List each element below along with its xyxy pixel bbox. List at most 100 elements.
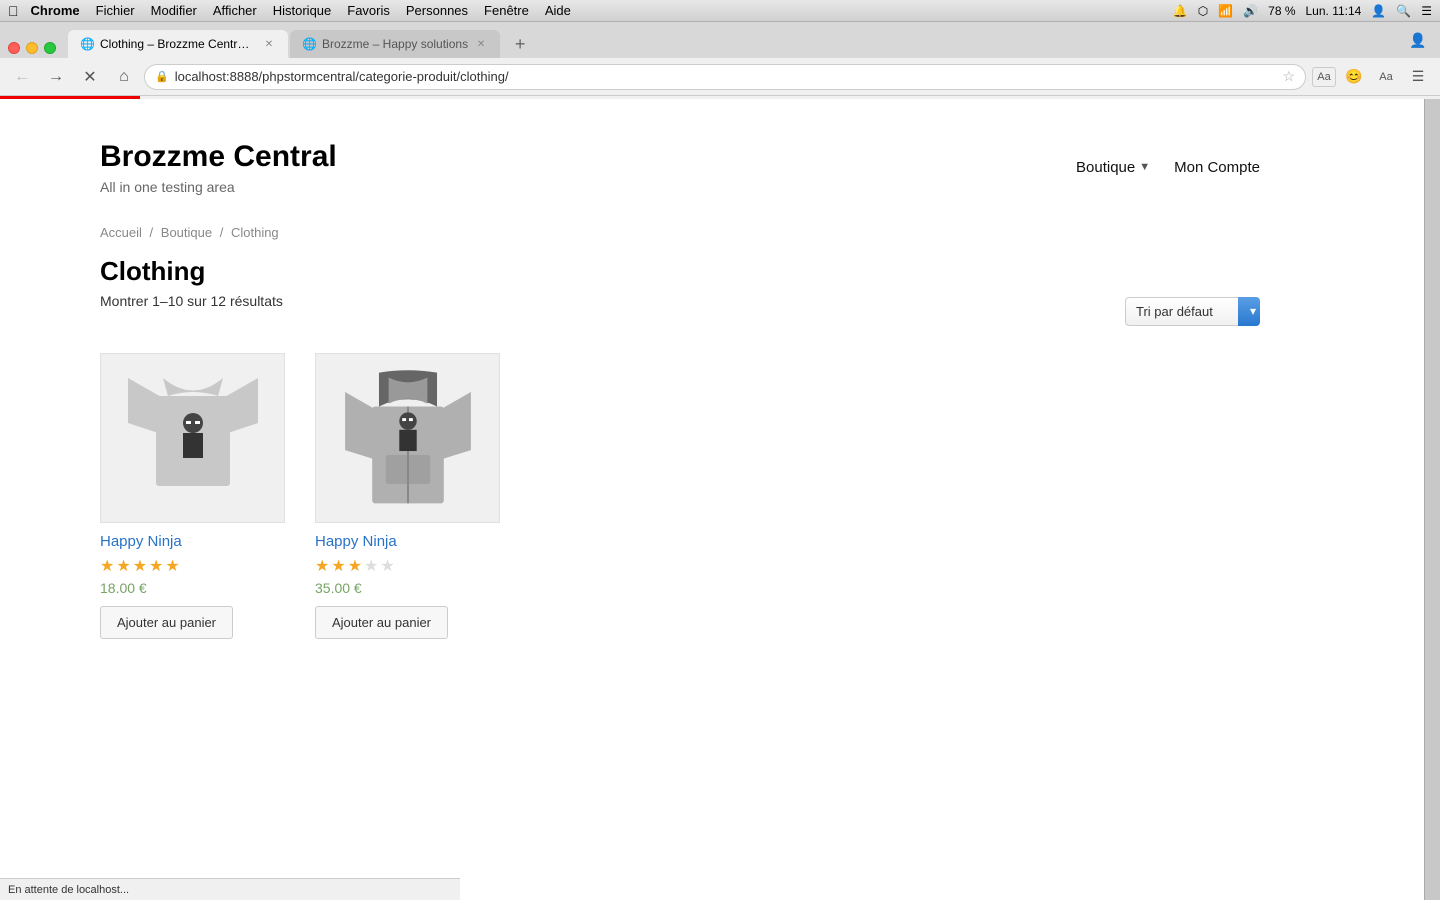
star-2-5: ★: [380, 556, 394, 576]
bookmark-star-icon[interactable]: ☆: [1282, 68, 1295, 85]
tab-close-1[interactable]: ✕: [262, 37, 276, 51]
maximize-button[interactable]: [44, 42, 56, 54]
menu-aide[interactable]: Aide: [545, 3, 571, 18]
close-button[interactable]: [8, 42, 20, 54]
emoji-icon[interactable]: 😊: [1340, 63, 1368, 91]
breadcrumb-boutique[interactable]: Boutique: [161, 225, 212, 240]
product-grid: Happy Ninja ★ ★ ★ ★ ★ 18.00 € Ajouter au…: [100, 353, 1260, 639]
add-to-cart-button-1[interactable]: Ajouter au panier: [100, 606, 233, 639]
menu-chrome[interactable]: Chrome: [31, 3, 80, 18]
chevron-down-icon: ▼: [1139, 161, 1150, 173]
tab-clothing[interactable]: 🌐 Clothing – Brozzme Centra… ✕: [68, 30, 288, 58]
right-panel: » 🔍: [1424, 22, 1440, 900]
menu-personnes[interactable]: Personnes: [406, 3, 468, 18]
nav-right-icons: Aa 😊 Aa ☰: [1312, 63, 1432, 91]
status-bar: En attente de localhost...: [0, 878, 460, 900]
menu-afficher[interactable]: Afficher: [213, 3, 257, 18]
breadcrumb-separator-1: /: [150, 225, 157, 240]
menu-items: Chrome Fichier Modifier Afficher Histori…: [31, 3, 571, 18]
star-1-3: ★: [133, 556, 147, 576]
breadcrumb-separator-2: /: [220, 225, 227, 240]
reader-icon[interactable]: Aa: [1312, 67, 1336, 87]
tab-favicon-1: 🌐: [80, 37, 94, 51]
results-info: Montrer 1–10 sur 12 résultats: [100, 293, 283, 309]
menu-modifier[interactable]: Modifier: [151, 3, 197, 18]
menu-favoris[interactable]: Favoris: [347, 3, 390, 18]
browser-chrome: 🌐 Clothing – Brozzme Centra… ✕ 🌐 Brozzme…: [0, 22, 1440, 99]
wifi-icon: 📶: [1218, 4, 1233, 18]
site-navigation: Boutique ▼ Mon Compte: [1076, 159, 1260, 176]
reload-button[interactable]: ✕: [76, 63, 104, 91]
star-2-2: ★: [331, 556, 345, 576]
home-button[interactable]: ⌂: [110, 63, 138, 91]
product-price-1: 18.00 €: [100, 580, 285, 596]
bluetooth-icon: ⬡: [1198, 4, 1208, 18]
breadcrumb-accueil[interactable]: Accueil: [100, 225, 142, 240]
hoodie-image: [343, 363, 473, 513]
tshirt-image: [128, 368, 258, 508]
star-1-4: ★: [149, 556, 163, 576]
tab-title-2: Brozzme – Happy solutions: [322, 37, 468, 51]
menu-fichier[interactable]: Fichier: [96, 3, 135, 18]
volume-icon: 🔊: [1243, 4, 1258, 18]
font-size-icon[interactable]: Aa: [1372, 63, 1400, 91]
loading-bar: [0, 96, 140, 99]
user-account-icon[interactable]: 👤: [1404, 26, 1432, 54]
star-1-5: ★: [165, 556, 179, 576]
site-subtitle: All in one testing area: [100, 179, 337, 195]
battery-indicator: 78 %: [1268, 4, 1295, 18]
address-bar[interactable]: 🔒 localhost:8888/phpstormcentral/categor…: [144, 64, 1306, 90]
tab-bar: 🌐 Clothing – Brozzme Centra… ✕ 🌐 Brozzme…: [0, 22, 1440, 58]
star-1-2: ★: [116, 556, 130, 576]
notification-icon: 🔔: [1173, 4, 1188, 18]
back-button[interactable]: ←: [8, 63, 36, 91]
category-title: Clothing: [100, 256, 1260, 287]
star-2-4: ★: [364, 556, 378, 576]
site-header: Brozzme Central All in one testing area …: [0, 99, 1360, 225]
product-image-1[interactable]: [100, 353, 285, 523]
product-price-2: 35.00 €: [315, 580, 500, 596]
search-icon[interactable]: 🔍: [1396, 4, 1411, 18]
tab-title-1: Clothing – Brozzme Centra…: [100, 37, 256, 51]
content-area: Accueil / Boutique / Clothing Clothing M…: [0, 225, 1360, 699]
page-wrapper: Brozzme Central All in one testing area …: [0, 99, 1360, 900]
macos-menubar:  Chrome Fichier Modifier Afficher Histo…: [0, 0, 1440, 22]
nav-mon-compte[interactable]: Mon Compte: [1174, 159, 1260, 176]
menubar-right: 🔔 ⬡ 📶 🔊 78 % Lun. 11:14 👤 🔍 ☰: [1173, 4, 1432, 18]
menu-fenetre[interactable]: Fenêtre: [484, 3, 529, 18]
url-text: localhost:8888/phpstormcentral/categorie…: [175, 69, 1277, 84]
tab-close-2[interactable]: ✕: [474, 37, 488, 51]
tab-favicon-2: 🌐: [302, 37, 316, 51]
product-name-1[interactable]: Happy Ninja: [100, 533, 285, 550]
nav-boutique[interactable]: Boutique ▼: [1076, 159, 1150, 176]
minimize-button[interactable]: [26, 42, 38, 54]
menu-icon[interactable]: ☰: [1404, 63, 1432, 91]
status-text: En attente de localhost...: [8, 884, 129, 896]
star-2-1: ★: [315, 556, 329, 576]
product-card-2: Happy Ninja ★ ★ ★ ★ ★ 35.00 € Ajouter au…: [315, 353, 500, 639]
star-1-1: ★: [100, 556, 114, 576]
sort-select-wrapper: Tri par défautPopularitéMeilleures notes…: [1125, 297, 1260, 326]
nav-bar: ← → ✕ ⌂ 🔒 localhost:8888/phpstormcentral…: [0, 58, 1440, 96]
list-icon[interactable]: ☰: [1421, 4, 1432, 18]
breadcrumb: Accueil / Boutique / Clothing: [100, 225, 1260, 240]
sort-select[interactable]: Tri par défautPopularitéMeilleures notes…: [1125, 297, 1260, 326]
user-icon: 👤: [1371, 4, 1386, 18]
lock-icon: 🔒: [155, 70, 169, 83]
add-to-cart-button-2[interactable]: Ajouter au panier: [315, 606, 448, 639]
site-branding: Brozzme Central All in one testing area: [100, 139, 337, 195]
product-image-2[interactable]: [315, 353, 500, 523]
star-rating-1: ★ ★ ★ ★ ★: [100, 556, 285, 576]
star-2-3: ★: [348, 556, 362, 576]
product-card-1: Happy Ninja ★ ★ ★ ★ ★ 18.00 € Ajouter au…: [100, 353, 285, 639]
menu-historique[interactable]: Historique: [273, 3, 332, 18]
breadcrumb-current: Clothing: [231, 225, 279, 240]
star-rating-2: ★ ★ ★ ★ ★: [315, 556, 500, 576]
tab-happy-solutions[interactable]: 🌐 Brozzme – Happy solutions ✕: [290, 30, 500, 58]
product-name-2[interactable]: Happy Ninja: [315, 533, 500, 550]
apple-menu[interactable]: : [8, 3, 19, 19]
clock: Lun. 11:14: [1306, 4, 1362, 18]
site-title: Brozzme Central: [100, 139, 337, 175]
new-tab-button[interactable]: +: [506, 30, 534, 58]
forward-button[interactable]: →: [42, 63, 70, 91]
